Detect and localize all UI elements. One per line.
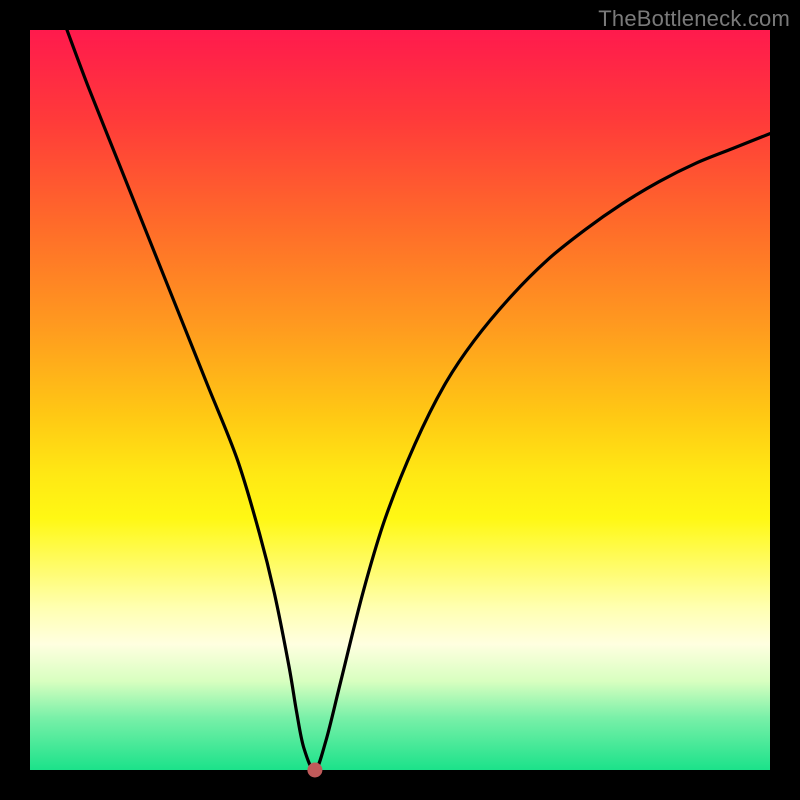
bottleneck-curve <box>67 30 770 770</box>
chart-frame: TheBottleneck.com <box>0 0 800 800</box>
curve-layer <box>30 30 770 770</box>
optimum-marker <box>308 763 322 777</box>
plot-area <box>30 30 770 770</box>
watermark-text: TheBottleneck.com <box>598 6 790 32</box>
